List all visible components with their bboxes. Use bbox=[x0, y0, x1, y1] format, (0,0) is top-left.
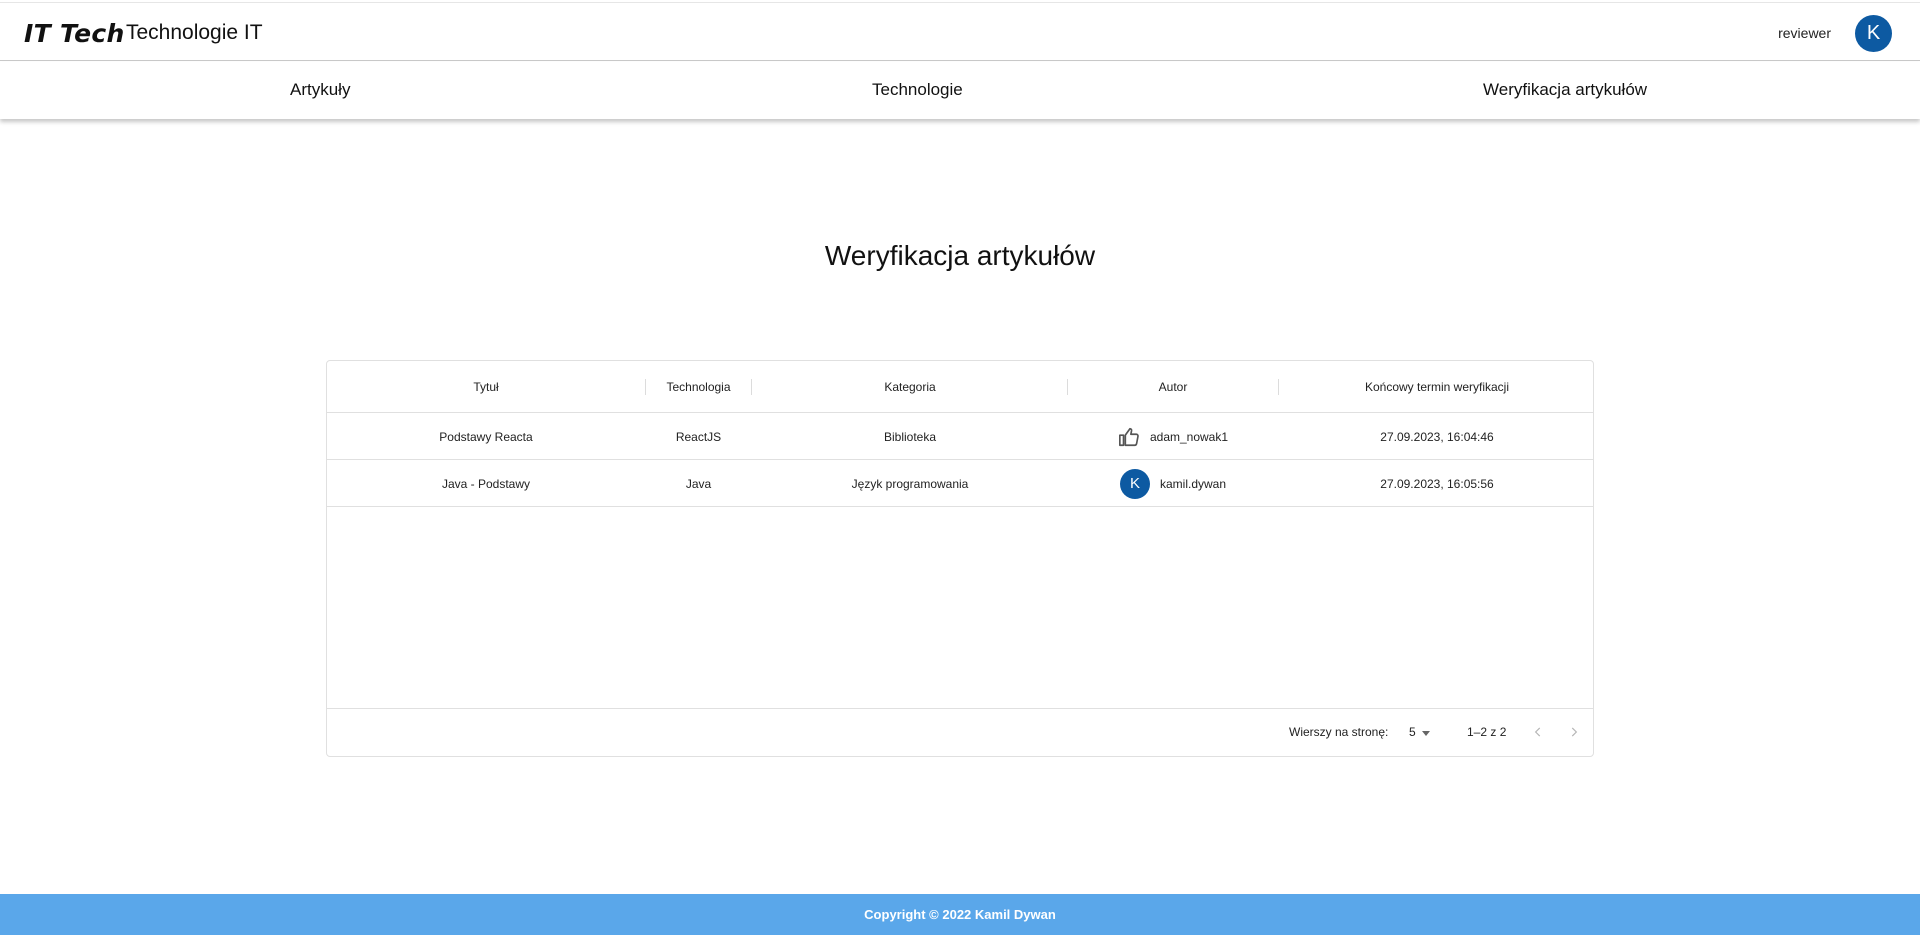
author-name: adam_nowak1 bbox=[1149, 429, 1229, 444]
user-avatar[interactable]: K bbox=[1855, 15, 1892, 52]
column-header-author[interactable]: Autor bbox=[1068, 361, 1278, 413]
cell-category: Biblioteka bbox=[883, 429, 937, 444]
cell-deadline: 27.09.2023, 16:05:56 bbox=[1380, 476, 1494, 491]
brand-title[interactable]: Technologie IT bbox=[126, 21, 263, 45]
username-label: reviewer bbox=[1778, 25, 1831, 41]
app-header: IT Tech Technologie IT reviewer K bbox=[0, 2, 1920, 61]
site-footer: Copyright © 2022 Kamil Dywan bbox=[0, 894, 1920, 935]
cell-title: Podstawy Reacta bbox=[439, 429, 533, 444]
chevron-right-icon bbox=[1571, 727, 1578, 737]
previous-page-button[interactable] bbox=[1527, 721, 1549, 743]
table-row[interactable]: Java - Podstawy Java Język programowania… bbox=[327, 460, 1593, 507]
chevron-left-icon bbox=[1534, 727, 1541, 737]
nav-item-article-verification[interactable]: Weryfikacja artykułów bbox=[1483, 80, 1647, 100]
rows-per-page-select[interactable]: 5 bbox=[1409, 721, 1439, 743]
cell-deadline: 27.09.2023, 16:04:46 bbox=[1380, 429, 1494, 444]
column-header-technology[interactable]: Technologia bbox=[646, 361, 751, 413]
cell-author: K kamil.dywan bbox=[1068, 460, 1278, 507]
page-title: Weryfikacja artykułów bbox=[824, 240, 1096, 271]
cell-technology: Java bbox=[685, 476, 712, 491]
nav-item-articles[interactable]: Artykuły bbox=[290, 80, 350, 100]
table-header: Tytuł Technologia Kategoria Autor Końcow… bbox=[327, 361, 1593, 413]
rows-per-page-label: Wierszy na stronę: bbox=[1289, 725, 1389, 739]
nav-item-technologies[interactable]: Technologie bbox=[872, 80, 963, 100]
brand-logo[interactable]: IT Tech bbox=[24, 19, 125, 48]
author-avatar: K bbox=[1119, 468, 1150, 499]
column-header-deadline[interactable]: Końcowy termin weryfikacji bbox=[1279, 361, 1595, 413]
main-nav: Artykuły Technologie Weryfikacja artykuł… bbox=[0, 62, 1920, 119]
pagination-range: 1–2 z 2 bbox=[1467, 725, 1507, 739]
author-name: kamil.dywan bbox=[1159, 476, 1227, 491]
cell-category: Język programowania bbox=[851, 476, 969, 491]
table-row[interactable]: Podstawy Reacta ReactJS Biblioteka adam_… bbox=[327, 413, 1593, 460]
cell-technology: ReactJS bbox=[675, 429, 722, 444]
column-header-category[interactable]: Kategoria bbox=[752, 361, 1068, 413]
next-page-button[interactable] bbox=[1563, 721, 1585, 743]
verification-table: Tytuł Technologia Kategoria Autor Końcow… bbox=[326, 360, 1594, 757]
cell-title: Java - Podstawy bbox=[441, 476, 531, 491]
table-pagination: Wierszy na stronę: 5 1–2 z 2 bbox=[327, 708, 1593, 756]
caret-down-icon bbox=[1421, 730, 1430, 736]
rows-per-page-value: 5 bbox=[1409, 725, 1416, 739]
column-header-title[interactable]: Tytuł bbox=[327, 361, 645, 413]
cell-author: adam_nowak1 bbox=[1068, 413, 1278, 460]
thumb-up-icon bbox=[1118, 426, 1140, 448]
